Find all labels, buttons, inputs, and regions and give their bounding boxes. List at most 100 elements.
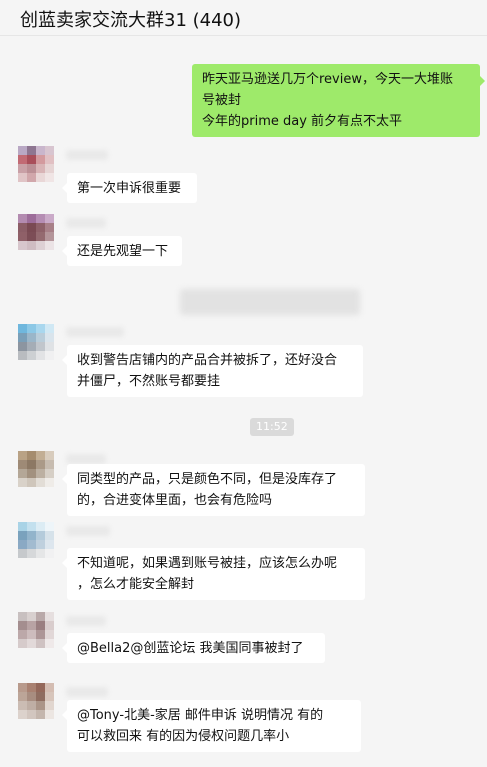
avatar-mosaic-tile	[27, 342, 36, 351]
avatar-mosaic-tile	[36, 223, 45, 232]
message-bubble[interactable]: 收到警告店铺内的产品合并被拆了，还好没合 并僵尸，不然账号都要挂	[62, 345, 363, 397]
avatar[interactable]	[18, 612, 54, 648]
avatar-mosaic-tile	[18, 342, 27, 351]
sender-name-blurred	[66, 327, 124, 337]
avatar-mosaic-tile	[36, 333, 45, 342]
message-line: @Tony-北美-家居 邮件申诉 说明情况 有的	[77, 708, 324, 723]
avatar-mosaic-tile	[36, 710, 45, 719]
message-line: 第一次申诉很重要	[77, 181, 182, 196]
avatar-mosaic-tile	[45, 639, 54, 648]
avatar-mosaic-tile	[45, 164, 54, 173]
avatar-mosaic-tile	[18, 324, 27, 333]
avatar-mosaic-tile	[18, 146, 27, 155]
message-line: 还是先观望一下	[77, 244, 169, 259]
message-bubble[interactable]: 第一次申诉很重要	[62, 173, 197, 203]
avatar-mosaic-tile	[45, 630, 54, 639]
avatar-mosaic-tile	[45, 214, 54, 223]
avatar-mosaic-tile	[18, 540, 27, 549]
avatar-mosaic-tile	[36, 155, 45, 164]
avatar-mosaic-tile	[45, 351, 54, 360]
avatar[interactable]	[18, 451, 54, 487]
avatar[interactable]	[18, 522, 54, 558]
avatar-mosaic-tile	[18, 333, 27, 342]
avatar-mosaic-tile	[18, 710, 27, 719]
avatar-mosaic-tile	[36, 214, 45, 223]
avatar-mosaic-tile	[45, 342, 54, 351]
message-bubble[interactable]: 不知道呢，如果遇到账号被挂，应该怎么办呢 ，怎么才能安全解封	[62, 548, 365, 600]
avatar-mosaic-tile	[27, 692, 36, 701]
avatar-mosaic-tile	[18, 612, 27, 621]
avatar-mosaic-tile	[36, 540, 45, 549]
avatar-mosaic-tile	[18, 351, 27, 360]
avatar-mosaic-tile	[36, 241, 45, 250]
avatar-mosaic-tile	[27, 522, 36, 531]
avatar-mosaic-tile	[36, 683, 45, 692]
avatar-mosaic-tile	[18, 223, 27, 232]
avatar-mosaic-tile	[27, 241, 36, 250]
avatar-mosaic-tile	[27, 469, 36, 478]
avatar-mosaic-tile	[18, 549, 27, 558]
avatar[interactable]	[18, 683, 54, 719]
message-line: 收到警告店铺内的产品合并被拆了，还好没合	[77, 353, 338, 368]
chat-header: 创蓝卖家交流大群31 (440)	[0, 0, 487, 36]
message-line: 的，合进变体里面，也会有危险吗	[77, 493, 273, 508]
avatar-mosaic-tile	[27, 324, 36, 333]
avatar-mosaic-tile	[36, 351, 45, 360]
avatar-mosaic-tile	[27, 351, 36, 360]
avatar-mosaic-tile	[45, 621, 54, 630]
avatar-mosaic-tile	[45, 173, 54, 182]
avatar-mosaic-tile	[18, 683, 27, 692]
avatar[interactable]	[18, 324, 54, 360]
message-bubble[interactable]: @Bella2@创蓝论坛 我美国同事被封了	[62, 633, 325, 663]
message-bubble[interactable]: 同类型的产品，只是颜色不同，但是没库存了 的，合进变体里面，也会有危险吗	[62, 464, 365, 516]
avatar-mosaic-tile	[36, 692, 45, 701]
avatar-mosaic-tile	[45, 710, 54, 719]
message-bubble[interactable]: 还是先观望一下	[62, 236, 182, 266]
avatar-mosaic-tile	[27, 639, 36, 648]
avatar-mosaic-tile	[27, 549, 36, 558]
avatar-mosaic-tile	[27, 540, 36, 549]
avatar-mosaic-tile	[45, 531, 54, 540]
avatar-mosaic-tile	[27, 621, 36, 630]
avatar-mosaic-tile	[18, 692, 27, 701]
own-message-bubble[interactable]: 昨天亚马逊送几万个review，今天一大堆账 号被封 今年的prime day …	[192, 64, 485, 137]
avatar-mosaic-tile	[18, 531, 27, 540]
avatar-mosaic-tile	[18, 241, 27, 250]
avatar-mosaic-tile	[36, 639, 45, 648]
avatar-mosaic-tile	[36, 342, 45, 351]
avatar-mosaic-tile	[27, 451, 36, 460]
avatar-mosaic-tile	[27, 164, 36, 173]
avatar[interactable]	[18, 214, 54, 250]
message-bubble[interactable]: @Tony-北美-家居 邮件申诉 说明情况 有的 可以救回来 有的因为侵权问题几…	[62, 700, 361, 752]
timestamp: 11:52	[250, 418, 294, 436]
message-line: @Bella2@创蓝论坛 我美国同事被封了	[77, 641, 304, 656]
avatar-mosaic-tile	[45, 223, 54, 232]
avatar-mosaic-tile	[45, 549, 54, 558]
avatar-mosaic-tile	[36, 612, 45, 621]
avatar-mosaic-tile	[27, 232, 36, 241]
avatar-mosaic-tile	[36, 324, 45, 333]
avatar-mosaic-tile	[27, 214, 36, 223]
sender-name-blurred	[66, 687, 108, 697]
avatar-mosaic-tile	[18, 621, 27, 630]
avatar-mosaic-tile	[27, 478, 36, 487]
avatar-mosaic-tile	[45, 155, 54, 164]
avatar-mosaic-tile	[45, 478, 54, 487]
avatar[interactable]	[18, 146, 54, 182]
message-line: 同类型的产品，只是颜色不同，但是没库存了	[77, 472, 338, 487]
avatar-mosaic-tile	[27, 333, 36, 342]
avatar-mosaic-tile	[45, 232, 54, 241]
avatar-mosaic-tile	[45, 324, 54, 333]
avatar-mosaic-tile	[45, 540, 54, 549]
avatar-mosaic-tile	[45, 333, 54, 342]
avatar-mosaic-tile	[36, 621, 45, 630]
avatar-mosaic-tile	[36, 146, 45, 155]
avatar-mosaic-tile	[36, 164, 45, 173]
avatar-mosaic-tile	[27, 146, 36, 155]
avatar-mosaic-tile	[45, 612, 54, 621]
avatar-mosaic-tile	[18, 155, 27, 164]
system-notice-blurred	[180, 289, 360, 315]
avatar-mosaic-tile	[18, 639, 27, 648]
avatar-mosaic-tile	[36, 460, 45, 469]
avatar-mosaic-tile	[27, 173, 36, 182]
